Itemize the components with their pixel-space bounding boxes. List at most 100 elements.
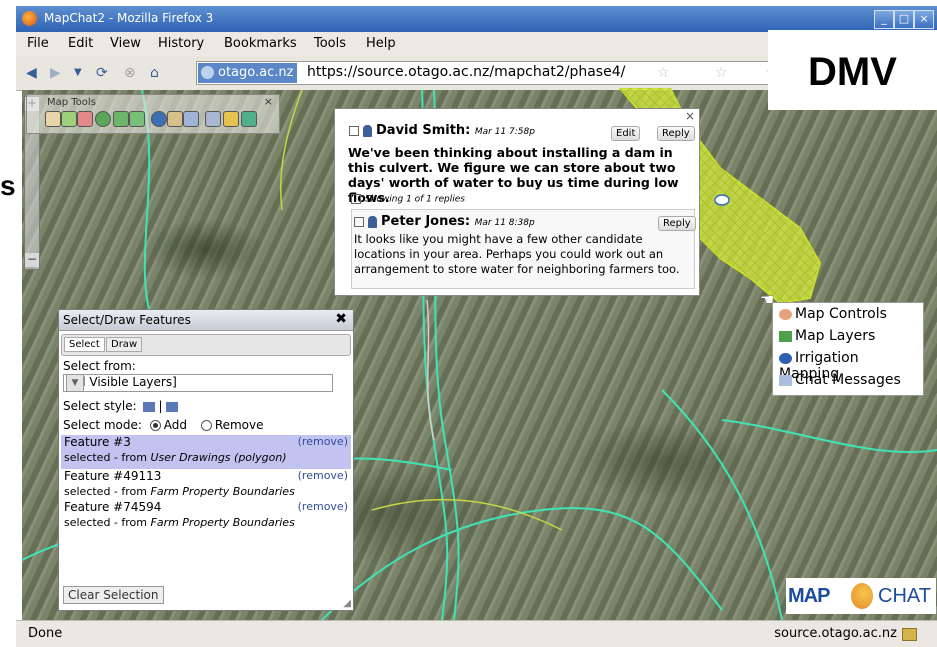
feature-list-item[interactable]: Feature #74594 (remove) selected - from … xyxy=(61,500,351,534)
logo-leaf-icon xyxy=(851,583,873,609)
mode-remove-label: Remove xyxy=(214,418,264,432)
globe-tool-icon[interactable] xyxy=(95,111,111,127)
menu-tools[interactable]: Tools xyxy=(314,36,346,51)
info-icon[interactable] xyxy=(151,111,167,127)
logo-right-text: CHAT xyxy=(878,585,931,607)
drop-icon xyxy=(779,352,792,364)
previous-view-icon[interactable] xyxy=(113,111,129,127)
map-tools-panel: Map Tools × xyxy=(26,94,280,134)
post-header: David Smith: Mar 11 7:58p xyxy=(349,123,535,138)
feature-source: selected - from Farm Property Boundaries xyxy=(64,485,295,498)
select-box-icon[interactable] xyxy=(183,111,199,127)
mode-remove-radio[interactable] xyxy=(200,420,212,431)
pan-hand-icon[interactable] xyxy=(45,111,61,127)
tab-draw[interactable]: Draw xyxy=(106,337,143,352)
zoom-out-tool-icon[interactable] xyxy=(77,111,93,127)
hand-cursor-icon: ☚ xyxy=(760,290,775,309)
menu-help[interactable]: Help xyxy=(366,36,396,51)
minimize-button[interactable]: _ xyxy=(874,10,894,29)
chat-tool-icon[interactable] xyxy=(241,111,257,127)
reply-date: Mar 11 8:38p xyxy=(474,218,535,228)
resize-handle-icon[interactable]: ◢ xyxy=(343,598,351,609)
reply-count-label: Showing 1 of 1 replies xyxy=(365,194,465,205)
globe-icon xyxy=(201,66,214,79)
layers-icon xyxy=(779,330,792,342)
zoom-out-button[interactable]: − xyxy=(25,253,39,267)
lock-icon[interactable] xyxy=(902,628,917,641)
settings-icon[interactable] xyxy=(205,111,221,127)
chevron-down-icon[interactable]: ▼ xyxy=(66,374,84,392)
bookmark-star-icon[interactable]: ☆ xyxy=(657,65,670,81)
measure-icon[interactable] xyxy=(167,111,183,127)
panel-title: Select/Draw Features xyxy=(63,313,191,327)
select-style-row: Select style: | xyxy=(63,399,181,413)
stop-icon[interactable]: ⊗ xyxy=(124,65,136,81)
clear-selection-button[interactable]: Clear Selection xyxy=(63,586,164,604)
reply-box: Peter Jones: Mar 11 8:38p Reply It looks… xyxy=(351,209,696,289)
reply-author: Peter Jones: xyxy=(381,214,471,229)
select-mode-label: Select mode: xyxy=(63,418,142,432)
site-identity-badge[interactable]: otago.ac.nz xyxy=(198,63,298,83)
forward-icon[interactable]: ▶ xyxy=(50,65,61,81)
feature-list-item[interactable]: Feature #49113 (remove) selected - from … xyxy=(61,469,351,503)
menu-item-map-layers[interactable]: Map Layers xyxy=(779,328,875,344)
maximize-button[interactable]: □ xyxy=(894,10,914,29)
menu-item-map-controls[interactable]: Map Controls xyxy=(779,306,887,322)
chat-close-button[interactable]: × xyxy=(685,109,695,123)
feature-name: Feature #74594 xyxy=(64,500,162,514)
menu-item-label: Chat Messages xyxy=(795,372,901,388)
feature-source-layer: Farm Property Boundaries xyxy=(150,485,295,498)
mode-add-label: Add xyxy=(163,418,187,432)
reply-count: Showing 1 of 1 replies xyxy=(351,194,465,205)
feature-name: Feature #49113 xyxy=(64,469,162,483)
home-icon[interactable]: ⌂ xyxy=(150,65,159,81)
select-from-label: Select from: xyxy=(63,359,136,373)
menu-history[interactable]: History xyxy=(158,36,204,51)
zoom-in-tool-icon[interactable] xyxy=(61,111,77,127)
feature-name: Feature #3 xyxy=(64,435,131,449)
reload-icon[interactable]: ⟳ xyxy=(96,65,108,81)
next-view-icon[interactable] xyxy=(129,111,145,127)
bookmark-star-icon[interactable]: ☆ xyxy=(715,65,728,81)
menu-item-chat-messages[interactable]: Chat Messages xyxy=(779,372,901,388)
select-from-dropdown[interactable]: [All Visible Layers] ▼ xyxy=(63,374,333,392)
post-date: Mar 11 7:58p xyxy=(474,127,535,137)
menu-file[interactable]: File xyxy=(27,36,49,51)
reply-reply-button[interactable]: Reply xyxy=(658,216,696,231)
polygon-select-icon[interactable] xyxy=(165,401,178,412)
collapse-icon[interactable] xyxy=(351,194,361,204)
feature-remove-link[interactable]: (remove) xyxy=(298,500,348,513)
draw-icon[interactable] xyxy=(223,111,239,127)
tab-select[interactable]: Select xyxy=(64,337,105,352)
mode-add-radio[interactable] xyxy=(149,420,161,431)
panel-close-button[interactable]: ✖ xyxy=(335,311,347,327)
address-bar[interactable]: otago.ac.nz https://source.otago.ac.nz/m… xyxy=(196,61,818,85)
window-title: MapChat2 - Mozilla Firefox 3 xyxy=(44,11,214,25)
url-text[interactable]: https://source.otago.ac.nz/mapchat2/phas… xyxy=(307,64,625,80)
menu-item-label: Map Layers xyxy=(795,328,876,344)
map-tools-close-button[interactable]: × xyxy=(264,95,273,108)
site-badge-label: otago.ac.nz xyxy=(218,65,294,80)
reply-header: Peter Jones: Mar 11 8:38p xyxy=(354,214,535,229)
dmv-label: DMV xyxy=(768,30,937,110)
menu-view[interactable]: View xyxy=(110,36,141,51)
panel-header[interactable]: Select/Draw Features ✖ xyxy=(59,310,353,331)
collapse-icon[interactable] xyxy=(349,125,359,136)
reply-button[interactable]: Reply xyxy=(657,126,695,141)
collapse-icon[interactable] xyxy=(354,216,364,227)
menu-item-label: Map Controls xyxy=(795,306,887,322)
menu-bookmarks[interactable]: Bookmarks xyxy=(224,36,297,51)
menu-edit[interactable]: Edit xyxy=(68,36,93,51)
edit-button[interactable]: Edit xyxy=(611,126,641,141)
back-icon[interactable]: ◀ xyxy=(26,65,37,81)
feature-remove-link[interactable]: (remove) xyxy=(298,469,348,482)
feature-source-layer: Farm Property Boundaries xyxy=(150,516,295,529)
history-dropdown-icon[interactable]: ▼ xyxy=(74,67,82,78)
close-window-button[interactable]: × xyxy=(914,10,934,29)
magnifier-icon xyxy=(779,308,792,320)
feature-source-prefix: selected - from xyxy=(64,485,151,498)
feature-remove-link[interactable]: (remove) xyxy=(298,435,348,448)
chat-popup: × David Smith: Mar 11 7:58p Edit Reply W… xyxy=(334,108,700,296)
box-select-icon[interactable] xyxy=(143,401,156,412)
feature-list-item[interactable]: Feature #3 (remove) selected - from User… xyxy=(61,435,351,469)
